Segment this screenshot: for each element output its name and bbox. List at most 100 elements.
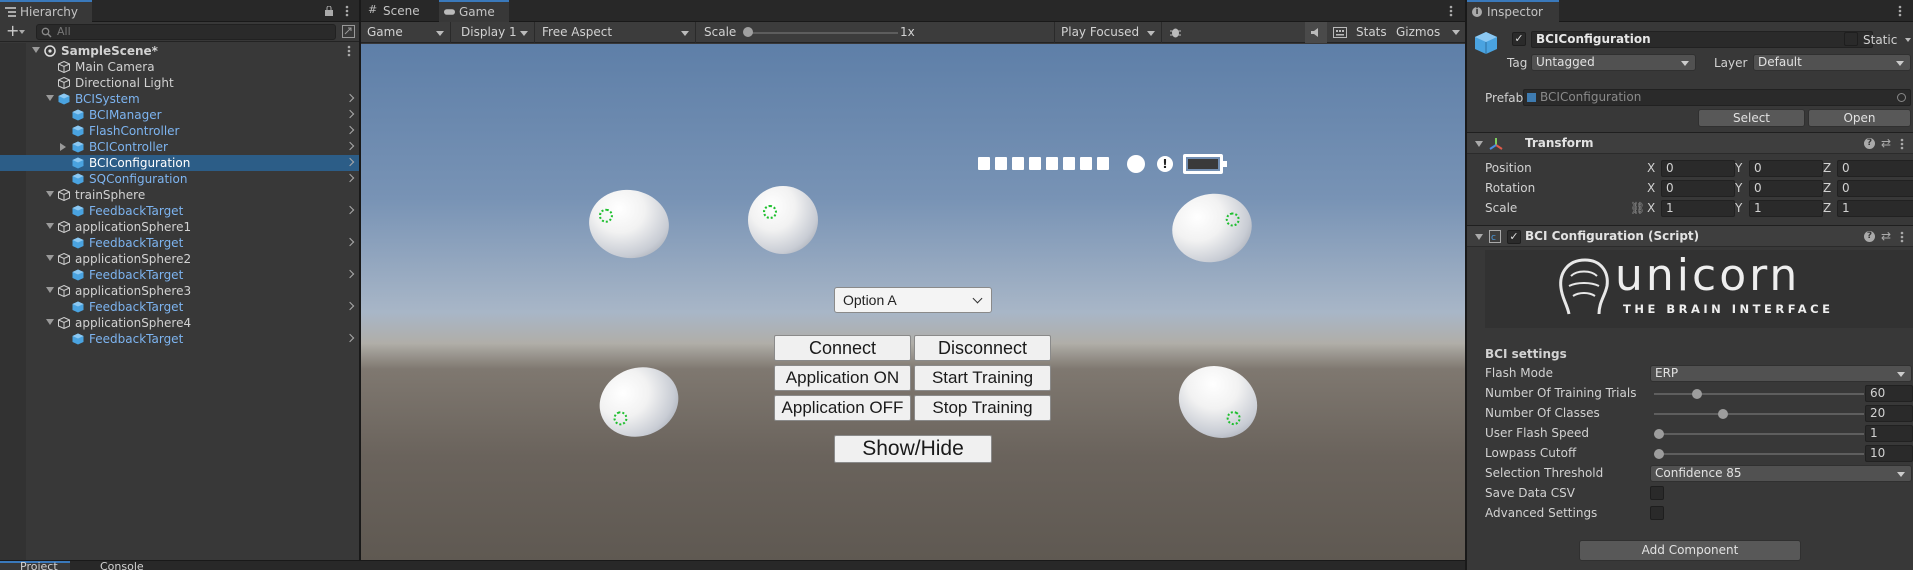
keyboard-icon[interactable] [1333, 27, 1347, 38]
static-checkbox[interactable] [1844, 32, 1858, 46]
application-off-button[interactable]: Application OFF [774, 395, 911, 421]
open-prefab-arrow-icon[interactable] [345, 301, 355, 311]
slider-knob[interactable] [1718, 409, 1728, 419]
display-dropdown[interactable]: Display 1 [455, 22, 535, 43]
slider-track[interactable] [1654, 413, 1864, 415]
slider-knob[interactable] [1654, 449, 1664, 459]
foldout-icon[interactable] [60, 143, 66, 151]
bci-flash-mode-dropdown[interactable]: ERP [1650, 365, 1912, 382]
start-training-button[interactable]: Start Training [914, 365, 1051, 391]
gizmos-dropdown-icon[interactable] [1452, 30, 1460, 35]
active-checkbox[interactable]: ✓ [1512, 32, 1526, 46]
kebab-menu-icon[interactable] [347, 45, 351, 57]
scene-visibility-icon[interactable] [342, 25, 355, 38]
add-component-button[interactable]: Add Component [1579, 540, 1801, 561]
application-sphere-2[interactable] [1165, 186, 1259, 270]
bci-number-of-training-trials-input[interactable]: 60 [1865, 385, 1913, 402]
hierarchy-item[interactable]: FlashController [0, 123, 359, 139]
foldout-icon[interactable] [46, 255, 54, 261]
transform-position-z-input[interactable]: 0 [1837, 160, 1913, 177]
bci-number-of-classes-slider[interactable] [1654, 405, 1864, 423]
mute-audio-button[interactable] [1305, 22, 1327, 43]
component-enabled-checkbox[interactable]: ✓ [1507, 230, 1521, 244]
aspect-dropdown[interactable]: Free Aspect [536, 22, 696, 43]
slider-track[interactable] [1654, 453, 1864, 455]
option-dropdown[interactable]: Option A [834, 287, 992, 313]
help-icon[interactable]: ? [1864, 231, 1875, 242]
transform-scale-y-input[interactable]: 1 [1749, 200, 1823, 217]
game-mode-dropdown[interactable]: Game [361, 22, 451, 43]
slider-knob[interactable] [1654, 429, 1664, 439]
open-prefab-arrow-icon[interactable] [345, 141, 355, 151]
bci-selection-threshold-dropdown[interactable]: Confidence 85 [1650, 465, 1912, 482]
slider-track[interactable] [1654, 433, 1864, 435]
slider-knob[interactable] [1692, 389, 1702, 399]
transform-position-y-input[interactable]: 0 [1749, 160, 1823, 177]
application-sphere-4[interactable] [1166, 353, 1270, 451]
foldout-icon[interactable] [46, 319, 54, 325]
stop-training-button[interactable]: Stop Training [914, 395, 1051, 421]
bci-lowpass-cutoff-input[interactable]: 10 [1865, 445, 1913, 462]
bci-user-flash-speed-input[interactable]: 1 [1865, 425, 1913, 442]
preset-icon[interactable]: ⇄ [1881, 229, 1891, 243]
game-viewport[interactable]: ! Option A Connect Disconnect Applicatio… [361, 44, 1465, 560]
foldout-icon[interactable] [46, 191, 54, 197]
tab-hierarchy[interactable]: Hierarchy [0, 0, 92, 22]
open-button[interactable]: Open [1808, 109, 1911, 127]
open-prefab-arrow-icon[interactable] [345, 109, 355, 119]
kebab-menu-icon[interactable] [345, 5, 349, 17]
application-sphere-3[interactable] [589, 356, 689, 448]
hierarchy-search-input[interactable]: All [36, 24, 336, 40]
foldout-icon[interactable] [46, 287, 54, 293]
hierarchy-item[interactable]: BCIManager [0, 107, 359, 123]
tab-game[interactable]: Game [439, 0, 509, 22]
hierarchy-item[interactable]: SampleScene* [0, 43, 359, 59]
foldout-icon[interactable] [32, 47, 40, 53]
foldout-icon[interactable] [1475, 234, 1483, 240]
scale-slider-knob[interactable] [743, 27, 753, 37]
tab-project[interactable]: Project [0, 561, 70, 570]
transform-rotation-y-input[interactable]: 0 [1749, 180, 1823, 197]
object-picker-icon[interactable] [1897, 93, 1906, 102]
foldout-icon[interactable] [46, 95, 54, 101]
hierarchy-item[interactable]: applicationSphere3 [0, 283, 359, 299]
hierarchy-item[interactable]: BCISystem [0, 91, 359, 107]
train-sphere[interactable] [748, 186, 818, 254]
add-dropdown-icon[interactable] [19, 30, 25, 34]
hierarchy-item[interactable]: Main Camera [0, 59, 359, 75]
scale-slider-track[interactable] [746, 32, 898, 34]
add-button[interactable]: + [6, 21, 19, 40]
open-prefab-arrow-icon[interactable] [345, 125, 355, 135]
hierarchy-item[interactable]: Directional Light [0, 75, 359, 91]
static-dropdown-icon[interactable] [1905, 38, 1911, 42]
hierarchy-item[interactable]: SQConfiguration [0, 171, 359, 187]
hierarchy-item[interactable]: BCIController [0, 139, 359, 155]
bug-icon[interactable] [1169, 26, 1182, 39]
kebab-menu-icon[interactable] [1900, 231, 1904, 243]
slider-track[interactable] [1654, 393, 1864, 395]
hierarchy-item[interactable]: BCIConfiguration [0, 155, 359, 171]
disconnect-button[interactable]: Disconnect [914, 335, 1051, 361]
transform-rotation-x-input[interactable]: 0 [1661, 180, 1735, 197]
bci-save-data-csv-checkbox[interactable] [1650, 486, 1664, 500]
bci-user-flash-speed-slider[interactable] [1654, 425, 1864, 443]
transform-rotation-z-input[interactable]: 0 [1837, 180, 1913, 197]
application-sphere-1[interactable] [584, 184, 674, 264]
hierarchy-item[interactable]: FeedbackTarget [0, 299, 359, 315]
show-hide-button[interactable]: Show/Hide [834, 435, 992, 463]
hierarchy-item[interactable]: trainSphere [0, 187, 359, 203]
hierarchy-item[interactable]: FeedbackTarget [0, 267, 359, 283]
gizmos-button[interactable]: Gizmos [1396, 25, 1440, 39]
preset-icon[interactable]: ⇄ [1881, 136, 1891, 150]
open-prefab-arrow-icon[interactable] [345, 157, 355, 167]
tab-inspector[interactable]: i Inspector [1467, 0, 1559, 22]
lock-icon[interactable] [324, 6, 334, 16]
kebab-menu-icon[interactable] [1449, 5, 1453, 17]
open-prefab-arrow-icon[interactable] [345, 205, 355, 215]
transform-scale-z-input[interactable]: 1 [1837, 200, 1913, 217]
layer-dropdown[interactable]: Default [1753, 54, 1911, 71]
open-prefab-arrow-icon[interactable] [345, 93, 355, 103]
connect-button[interactable]: Connect [774, 335, 911, 361]
transform-header[interactable]: Transform ? ⇄ [1467, 132, 1913, 154]
hierarchy-item[interactable]: FeedbackTarget [0, 203, 359, 219]
